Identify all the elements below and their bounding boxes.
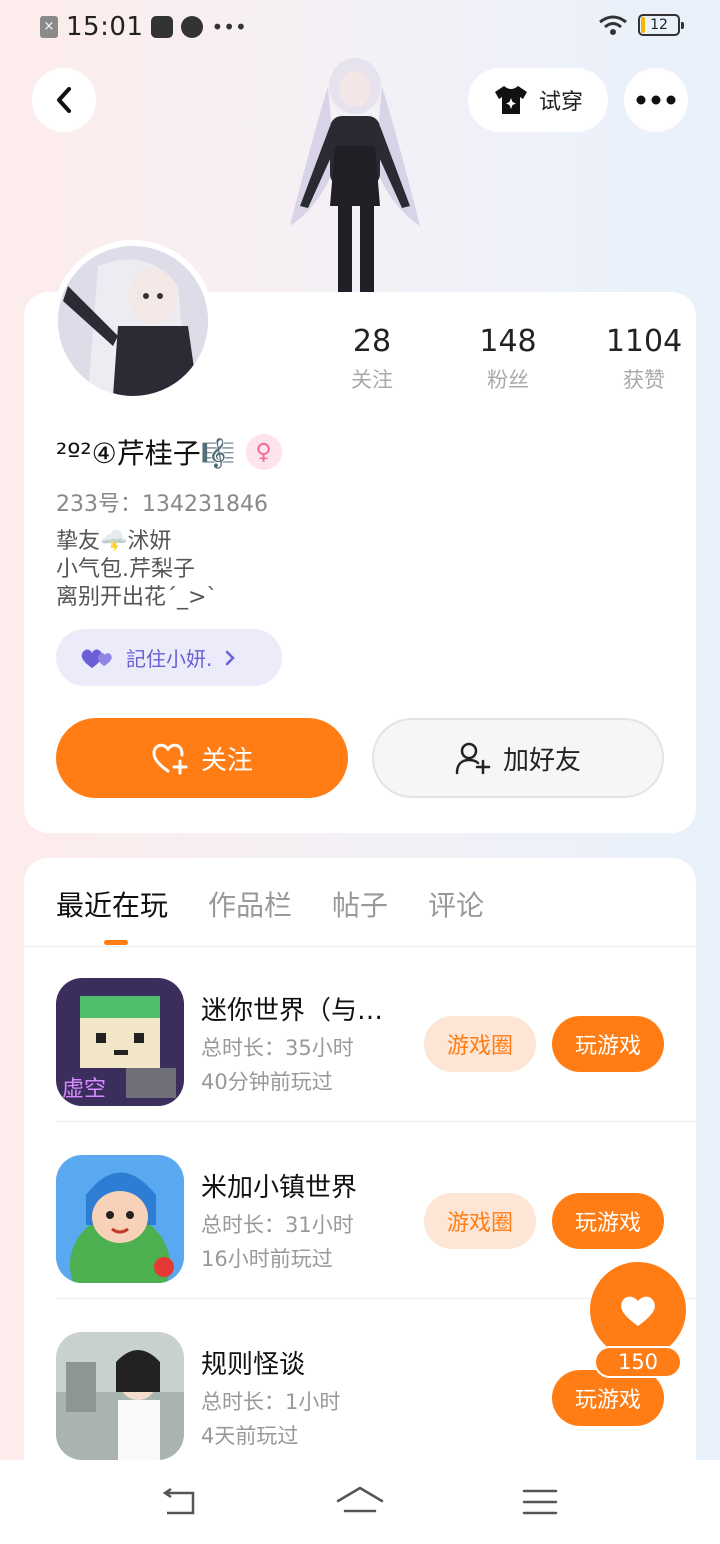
add-friend-button[interactable]: 加好友 — [372, 718, 664, 798]
back-arrow-icon — [162, 1487, 195, 1515]
fans-count: 148 — [479, 324, 537, 359]
wifi-icon — [598, 14, 628, 36]
profile-avatar[interactable] — [52, 240, 214, 402]
game-last-played: 4天前玩过 — [201, 1424, 299, 1448]
likes-count: 1104 — [605, 324, 683, 359]
battery-level: 12 — [650, 17, 668, 33]
game-icon-rule-horror — [56, 1332, 184, 1460]
username: ²º²④芹桂子🎼 — [56, 437, 236, 470]
play-game-button[interactable]: 玩游戏 — [552, 1016, 664, 1072]
more-dots-icon — [636, 95, 676, 105]
tab-comments[interactable]: 评论 — [428, 884, 484, 924]
add-user-icon — [455, 742, 491, 775]
game-name: 规则怪谈 — [201, 1350, 306, 1380]
home-icon — [336, 1486, 384, 1513]
game-duration: 总时长：35小时 — [201, 1036, 354, 1060]
heart-icon — [621, 1296, 655, 1326]
floating-like-button[interactable] — [590, 1262, 686, 1358]
bio-line: 挚友🌩️沭妍 — [56, 529, 172, 554]
add-friend-label: 加好友 — [502, 745, 581, 776]
nav-home-button[interactable] — [335, 1482, 385, 1522]
notification-close-icon: × — [40, 16, 58, 38]
menu-icon — [522, 1489, 558, 1515]
play-game-button[interactable]: 玩游戏 — [552, 1193, 664, 1249]
following-label: 关注 — [351, 368, 393, 392]
game-icon-miga-town — [56, 1155, 184, 1283]
stat-following[interactable]: 28 关注 — [304, 324, 440, 394]
following-count: 28 — [352, 324, 392, 359]
game-row[interactable]: 米加小镇世界 总时长：31小时 16小时前玩过 游戏圈 玩游戏 — [56, 1123, 696, 1299]
stat-fans[interactable]: 148 粉丝 — [440, 324, 576, 394]
nav-back-button[interactable] — [154, 1482, 204, 1522]
tab-posts[interactable]: 帖子 — [332, 884, 388, 924]
more-notifications-icon: ••• — [211, 15, 247, 39]
avatar-3d-figure[interactable] — [280, 56, 430, 292]
relationship-tag[interactable]: 記住小妍. — [56, 629, 282, 686]
game-circle-button[interactable]: 游戏圈 — [424, 1193, 536, 1249]
tshirt-icon — [494, 86, 527, 114]
row-divider — [56, 1121, 696, 1122]
game-icon-mini-world: 虚空 — [56, 978, 184, 1106]
follow-label: 关注 — [200, 745, 253, 776]
battery-icon: 12 — [638, 14, 684, 36]
game-name: 迷你世界（与… — [201, 996, 384, 1026]
svg-text:虚空: 虚空 — [62, 1077, 106, 1102]
double-heart-icon — [81, 648, 112, 668]
media-app-icon — [151, 16, 174, 38]
system-nav-bar — [0, 1460, 720, 1544]
game-duration: 总时长：31小时 — [201, 1213, 354, 1237]
profile-tabs: 最近在玩 作品栏 帖子 评论 — [56, 884, 484, 924]
speed-app-icon — [181, 16, 204, 38]
tab-works[interactable]: 作品栏 — [208, 884, 292, 924]
game-name: 米加小镇世界 — [201, 1173, 358, 1203]
play-game-button[interactable]: 玩游戏 — [552, 1370, 664, 1426]
user-id[interactable]: 233号：134231846 — [56, 486, 268, 518]
game-last-played: 40分钟前玩过 — [201, 1070, 333, 1094]
bio-line: 离别开出花´_>` — [56, 585, 218, 610]
game-row[interactable]: 虚空 迷你世界（与… 总时长：35小时 40分钟前玩过 游戏圈 玩游戏 — [56, 946, 696, 1122]
back-button[interactable] — [32, 68, 96, 132]
chevron-left-icon — [57, 87, 71, 113]
more-options-button[interactable] — [624, 68, 688, 132]
bio: 挚友🌩️沭妍 小气包.芹梨子 离别开出花´_>` — [56, 528, 217, 612]
likes-label: 获赞 — [623, 368, 665, 392]
follow-button[interactable]: 关注 — [56, 718, 348, 798]
status-bar: × 15:01 ••• 12 — [0, 0, 720, 56]
game-duration: 总时长：1小时 — [201, 1390, 341, 1414]
chevron-right-icon — [226, 650, 236, 665]
content-card: 最近在玩 作品栏 帖子 评论 虚空 迷你世界（与… 总时长：35小时 40分钟前… — [24, 858, 696, 1478]
profile-stats: 28 关注 148 粉丝 1104 获赞 — [304, 324, 712, 394]
game-last-played: 16小时前玩过 — [201, 1247, 333, 1271]
relationship-tag-label: 記住小妍. — [126, 647, 213, 671]
bio-line: 小气包.芹梨子 — [56, 557, 195, 582]
like-count-badge: 150 — [594, 1346, 682, 1378]
try-on-label: 试穿 — [538, 90, 583, 115]
try-on-button[interactable]: 试穿 — [468, 68, 608, 132]
fans-label: 粉丝 — [487, 368, 529, 392]
active-tab-indicator — [104, 940, 128, 945]
avatar-image — [58, 246, 208, 396]
heart-plus-icon — [152, 743, 188, 775]
nav-menu-button[interactable] — [515, 1482, 565, 1522]
stat-likes[interactable]: 1104 获赞 — [576, 324, 712, 394]
username-row: ²º²④芹桂子🎼 ♀ — [56, 432, 282, 472]
tab-recently-played[interactable]: 最近在玩 — [56, 884, 168, 924]
game-circle-button[interactable]: 游戏圈 — [424, 1016, 536, 1072]
female-gender-icon: ♀ — [245, 434, 282, 470]
status-time: 15:01 — [66, 12, 144, 42]
